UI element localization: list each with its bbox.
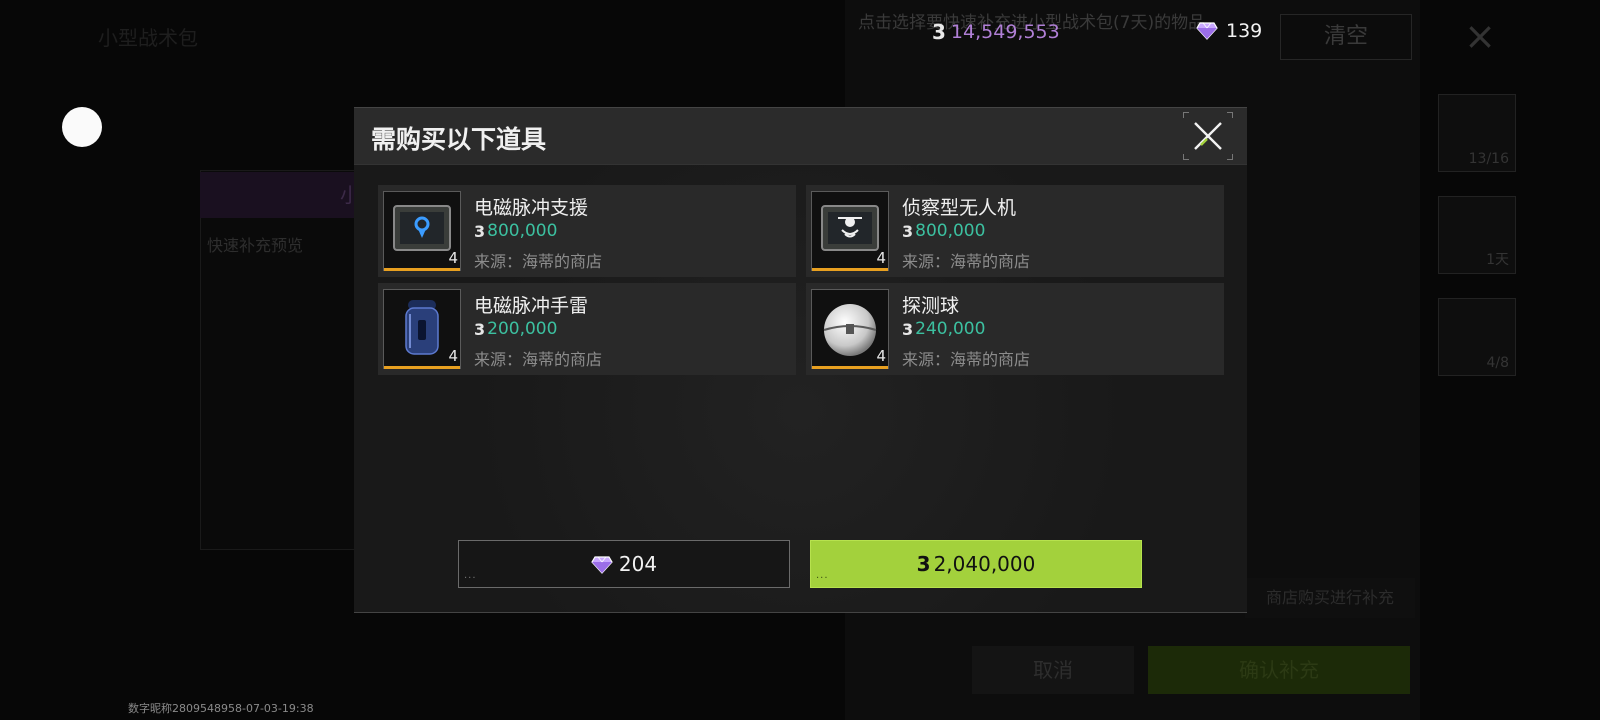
- bg-slot: 4/8: [1438, 298, 1516, 376]
- coin-icon: 3: [932, 20, 946, 44]
- item-price-value: 240,000: [915, 319, 986, 339]
- rarity-bar: [384, 268, 460, 271]
- detector-ball-icon: 4: [811, 289, 889, 369]
- item-source: 来源：海蒂的商店: [902, 350, 1031, 369]
- bg-slot-count: 1天: [1486, 252, 1509, 268]
- list-item[interactable]: 4 电磁脉冲支援 3 800,000 来源：海蒂的商店: [378, 185, 796, 277]
- close-icon: [1194, 122, 1222, 150]
- purchase-required-dialog: 需购买以下道具 4 电磁脉冲支援 3 800,000 来源：海蒂的商店 4 侦察…: [354, 107, 1247, 613]
- coin-balance: 3 14,549,553: [932, 20, 1060, 44]
- bg-close-icon: ×: [1464, 14, 1496, 58]
- coin-icon: 3: [902, 319, 913, 339]
- rarity-bar: [812, 268, 888, 271]
- rarity-bar: [384, 366, 460, 369]
- list-item[interactable]: 4 电磁脉冲手雷 3 200,000 来源：海蒂的商店: [378, 283, 796, 375]
- item-price-value: 200,000: [487, 319, 558, 339]
- bg-slot-count: 4/8: [1486, 355, 1509, 371]
- list-item[interactable]: 4 侦察型无人机 3 800,000 来源：海蒂的商店: [806, 185, 1224, 277]
- coin-icon: 3: [474, 319, 485, 339]
- item-name: 侦察型无人机: [902, 197, 1017, 219]
- item-name: 电磁脉冲手雷: [474, 295, 589, 317]
- bg-left-title: 小型战术包: [98, 26, 198, 50]
- rarity-bar: [812, 366, 888, 369]
- item-price: 3 240,000: [902, 319, 985, 339]
- bg-left-panel-subtitle: 快速补充预览: [207, 236, 304, 255]
- gem-icon: [591, 555, 613, 574]
- confirm-refill-button: 确认补充: [1148, 646, 1410, 694]
- item-price: 3 800,000: [902, 221, 985, 241]
- list-item[interactable]: 4 探测球 3 240,000 来源：海蒂的商店: [806, 283, 1224, 375]
- floating-assist-button[interactable]: [62, 107, 102, 147]
- gem-balance: 139: [1196, 20, 1262, 42]
- coin-icon: 3: [902, 221, 913, 241]
- cancel-button: 取消: [972, 646, 1134, 694]
- gem-balance-value: 139: [1226, 20, 1263, 42]
- item-name: 电磁脉冲支援: [474, 197, 589, 219]
- close-button[interactable]: [1183, 112, 1233, 160]
- gem-cost-value: 204: [618, 552, 658, 576]
- buy-with-gems-button[interactable]: ··· 204: [458, 540, 790, 588]
- bg-slot: 13/16: [1438, 94, 1516, 172]
- coin-cost-value: 2,040,000: [933, 552, 1036, 576]
- item-price: 3 200,000: [474, 319, 557, 339]
- emp-support-tablet-icon: 4: [383, 191, 461, 271]
- item-price-value: 800,000: [487, 221, 558, 241]
- bg-slot-count: 13/16: [1468, 151, 1509, 167]
- item-source: 来源：海蒂的商店: [474, 350, 603, 369]
- clear-button: 清空: [1280, 14, 1412, 60]
- item-source: 来源：海蒂的商店: [902, 252, 1031, 271]
- buy-with-coins-button[interactable]: ··· 3 2,040,000: [810, 540, 1142, 588]
- emp-grenade-icon: 4: [383, 289, 461, 369]
- dialog-header: 需购买以下道具: [354, 108, 1247, 165]
- bg-shop-hint: 商店购买进行补充: [1245, 578, 1415, 618]
- item-name: 探测球: [902, 295, 960, 317]
- item-price: 3 800,000: [474, 221, 557, 241]
- coin-balance-value: 14,549,553: [950, 21, 1060, 43]
- item-price-value: 800,000: [915, 221, 986, 241]
- coin-icon: 3: [916, 552, 931, 576]
- item-quantity: 4: [876, 347, 886, 365]
- item-quantity: 4: [448, 249, 458, 267]
- item-source: 来源：海蒂的商店: [474, 252, 603, 271]
- item-quantity: 4: [448, 347, 458, 365]
- item-quantity: 4: [876, 249, 886, 267]
- recon-drone-tablet-icon: 4: [811, 191, 889, 271]
- watermark: 数字昵称2809548958-07-03-19:38: [128, 702, 314, 715]
- coin-icon: 3: [474, 221, 485, 241]
- dialog-title: 需购买以下道具: [371, 125, 547, 154]
- bg-slot: 1天: [1438, 196, 1516, 274]
- required-items-grid: 4 电磁脉冲支援 3 800,000 来源：海蒂的商店 4 侦察型无人机 3 8…: [378, 185, 1224, 375]
- gem-icon: [1196, 22, 1218, 40]
